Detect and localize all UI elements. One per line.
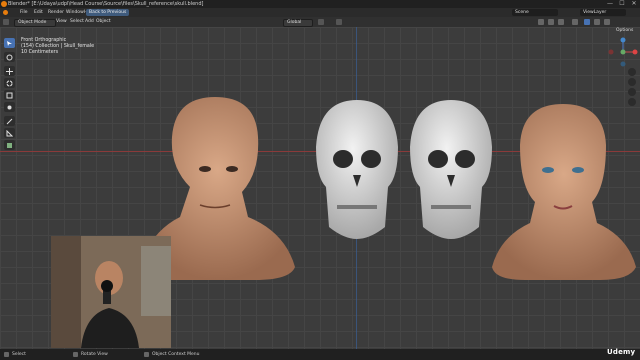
menu-view[interactable]: View: [56, 17, 67, 27]
menu-render[interactable]: Render: [48, 8, 64, 17]
snap-icon[interactable]: [318, 19, 324, 25]
skull-model-1[interactable]: [316, 100, 398, 239]
rotate-tool-icon[interactable]: [4, 78, 15, 88]
gizmo-icon[interactable]: [548, 19, 554, 25]
options-dropdown[interactable]: Options: [616, 28, 633, 33]
transform-tool-icon[interactable]: [4, 102, 15, 112]
status-select: Select: [12, 352, 26, 357]
title-bar: Blender* [E:\Udaya\udpl\Head Course\Sour…: [0, 0, 640, 8]
menu-file[interactable]: File: [20, 8, 28, 17]
female-head-model[interactable]: [492, 104, 636, 280]
status-rotate-view: Rotate View: [81, 352, 108, 357]
menu-object[interactable]: Object: [96, 17, 111, 27]
status-context-menu: Object Context Menu: [152, 352, 200, 357]
visibility-icon[interactable]: [538, 19, 544, 25]
scene-selector[interactable]: Scene: [512, 9, 558, 16]
mouse-left-icon: [4, 352, 9, 357]
blender-logo-icon: [1, 1, 7, 7]
solid-shading-icon[interactable]: [584, 19, 590, 25]
view-layer-label: ViewLayer: [583, 10, 607, 15]
rendered-shading-icon[interactable]: [604, 19, 610, 25]
viewport-header: Object Mode View Select Add Object Globa…: [0, 17, 640, 27]
viewport-info: Front Orthographic (154) Collection | Sk…: [21, 38, 94, 55]
webcam-overlay: [51, 236, 171, 348]
cursor-tool-icon[interactable]: [4, 52, 15, 62]
collection-info: (154) Collection | Skull_female: [21, 43, 95, 49]
close-button[interactable]: ✕: [629, 0, 639, 8]
window-title: Blender* [E:\Udaya\udpl\Head Course\Sour…: [8, 1, 204, 7]
menu-window[interactable]: Window: [66, 8, 84, 17]
overlays-icon[interactable]: [558, 19, 564, 25]
udemy-watermark: Udemy: [607, 348, 636, 356]
editor-type-icon[interactable]: [3, 19, 9, 25]
mouse-right-icon: [144, 352, 149, 357]
navigation-gizmo[interactable]: [608, 36, 638, 68]
mode-selector[interactable]: Object Mode: [14, 19, 56, 27]
presenter-video-frame: [51, 236, 171, 348]
back-to-previous-button[interactable]: Back to Previous: [86, 9, 130, 16]
mouse-middle-icon: [73, 352, 78, 357]
view-layer-selector[interactable]: ViewLayer: [580, 9, 626, 16]
camera-view-icon[interactable]: [628, 88, 636, 96]
zoom-icon[interactable]: [628, 68, 636, 76]
grid-scale: 10 Centimeters: [21, 49, 59, 55]
menu-bar: File Edit Render Window Help Back to Pre…: [0, 8, 640, 17]
menu-select[interactable]: Select: [70, 17, 84, 27]
add-cube-tool-icon[interactable]: [4, 140, 15, 150]
maximize-button[interactable]: ☐: [617, 0, 627, 8]
proportional-edit-icon[interactable]: [336, 19, 342, 25]
blender-menu-icon[interactable]: [3, 10, 8, 15]
skull-model-2[interactable]: [410, 100, 492, 239]
transform-orientation-label: Global: [287, 20, 302, 25]
annotate-tool-icon[interactable]: [4, 116, 15, 126]
xray-icon[interactable]: [572, 19, 578, 25]
transform-orientation-selector[interactable]: Global: [283, 19, 313, 27]
scale-tool-icon[interactable]: [4, 90, 15, 100]
measure-tool-icon[interactable]: [4, 128, 15, 138]
move-tool-icon[interactable]: [4, 66, 15, 76]
select-tool-icon[interactable]: [4, 38, 15, 48]
material-shading-icon[interactable]: [594, 19, 600, 25]
scene-label: Scene: [515, 10, 529, 15]
status-bar: Select Rotate View Object Context Menu: [0, 349, 640, 360]
minimize-button[interactable]: —: [605, 0, 615, 8]
perspective-toggle-icon[interactable]: [628, 98, 636, 106]
mode-label: Object Mode: [18, 20, 47, 25]
menu-add[interactable]: Add: [85, 17, 94, 27]
menu-edit[interactable]: Edit: [34, 8, 43, 17]
pan-icon[interactable]: [628, 78, 636, 86]
